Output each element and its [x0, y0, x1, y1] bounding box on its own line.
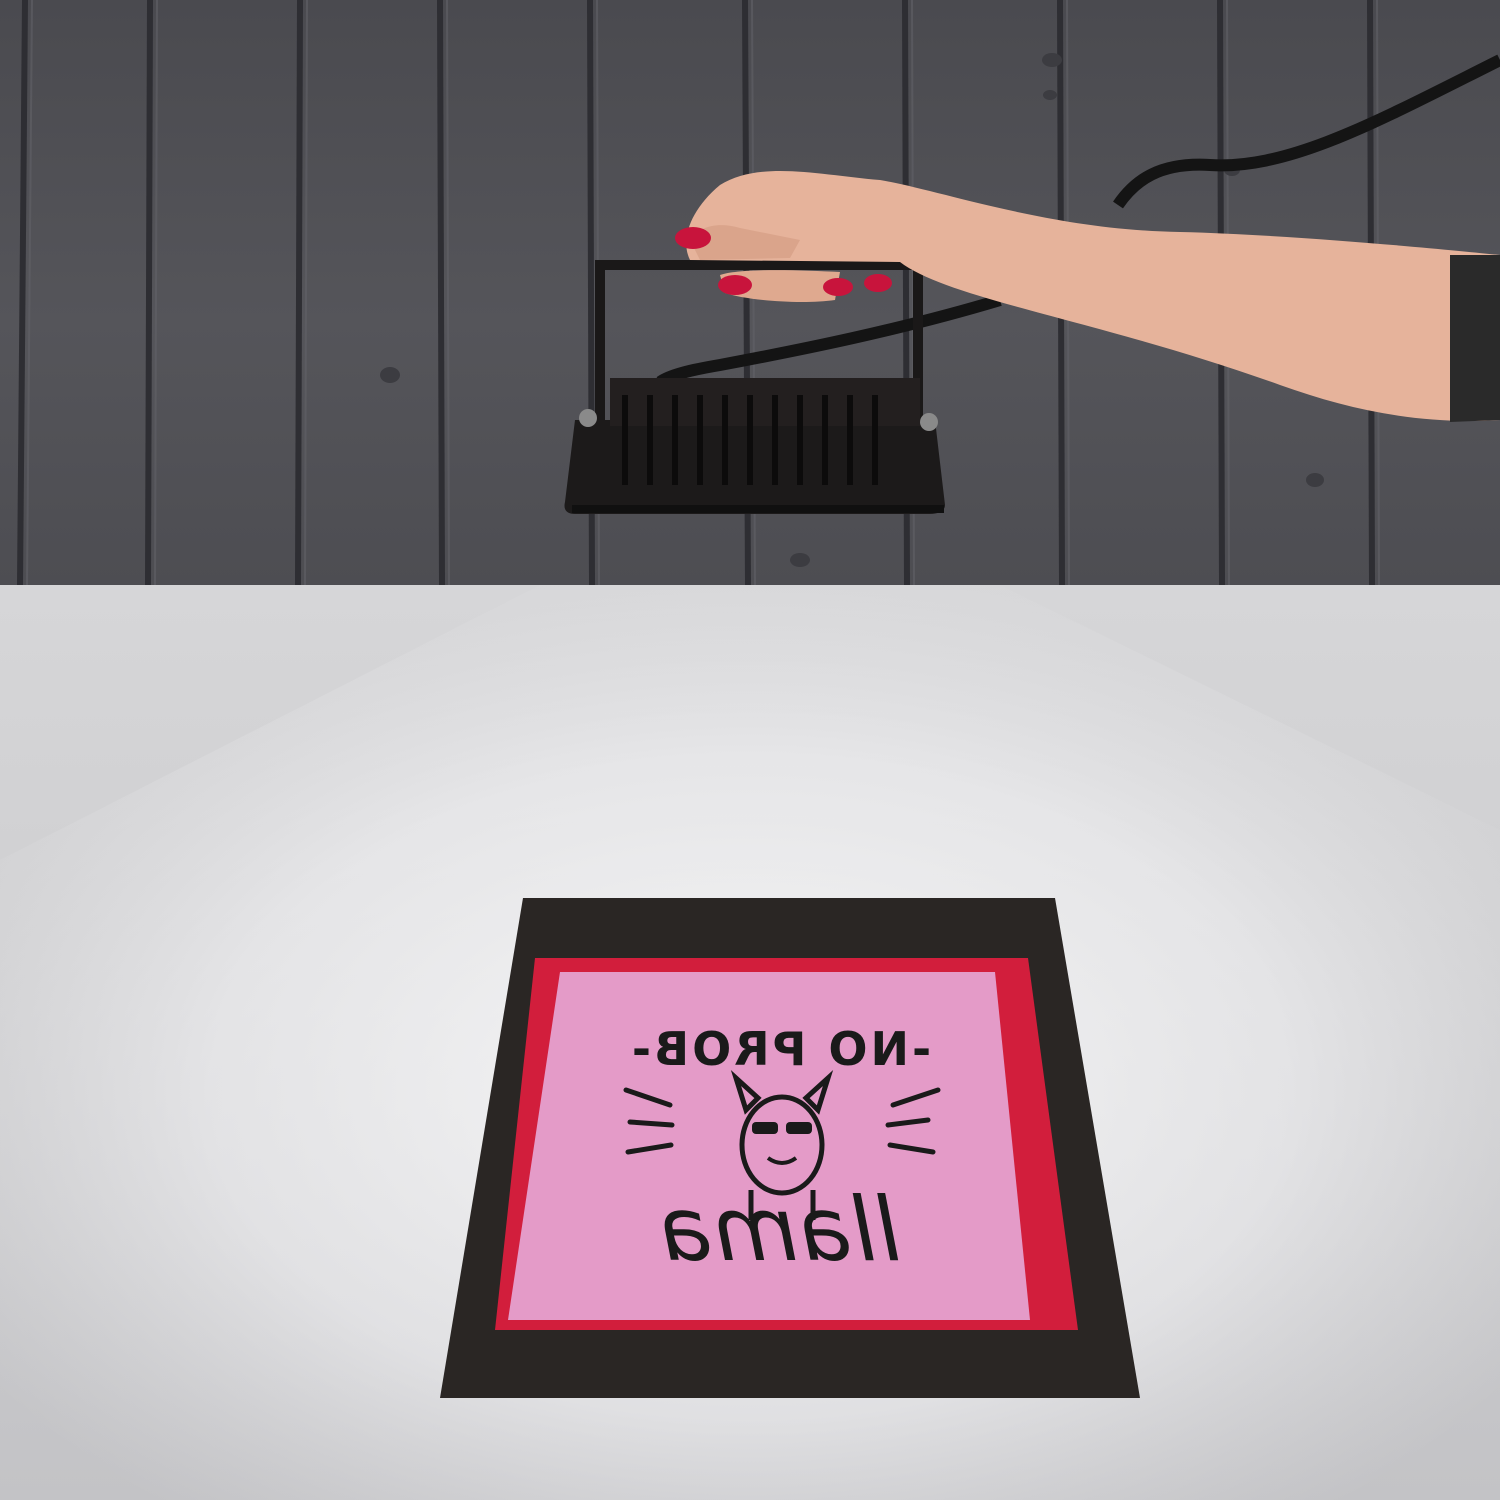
- artwork-headline: -NO PROB-: [629, 1022, 931, 1076]
- photo-scene: -NO PROB- llama: [0, 0, 1500, 1500]
- artwork-script-word: llama: [659, 1178, 901, 1281]
- uv-lamp-icon[interactable]: [0, 0, 1500, 600]
- exposure-frame: -NO PROB- llama: [440, 898, 1140, 1398]
